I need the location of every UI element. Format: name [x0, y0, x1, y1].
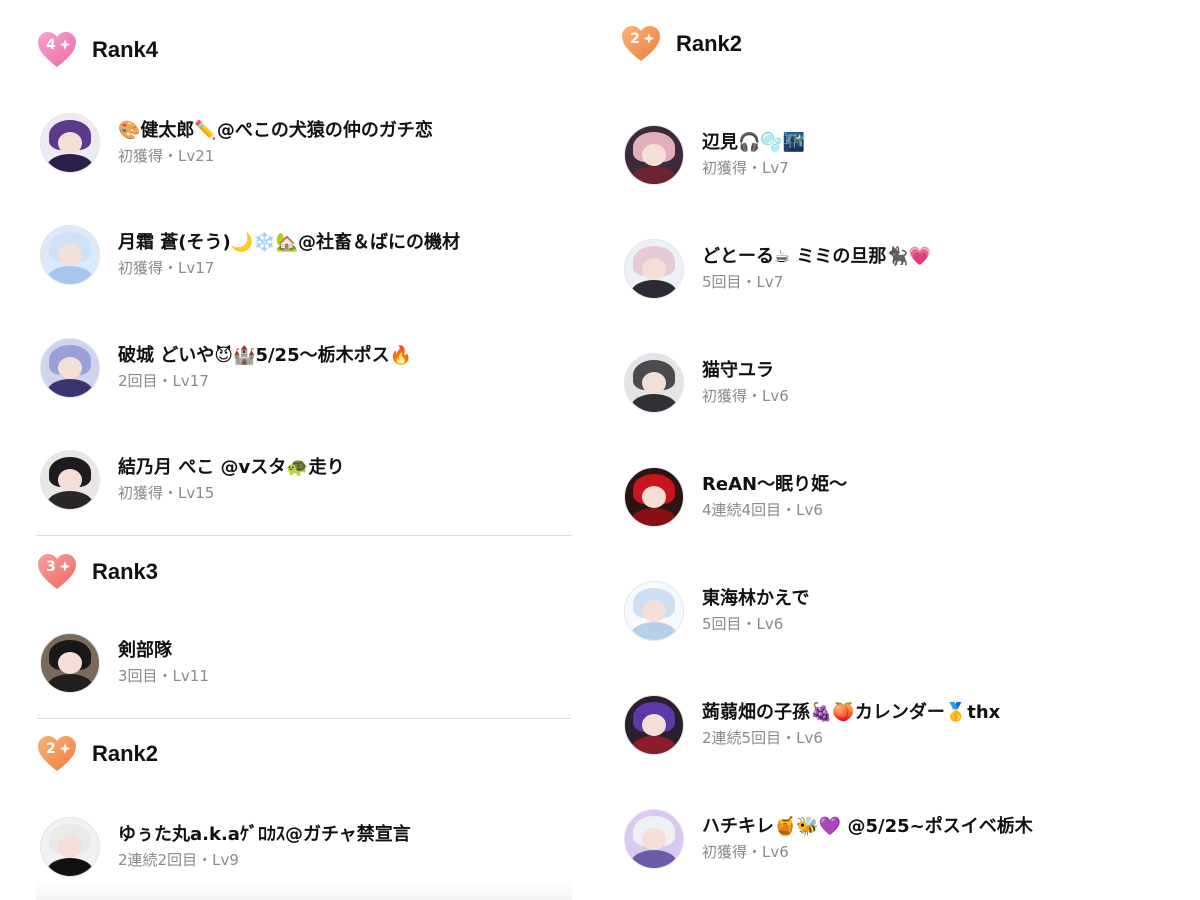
heart-badge-icon: 2: [36, 734, 78, 774]
list-item[interactable]: 剣部隊 3回目・Lv11: [40, 632, 209, 694]
user-name: 結乃月 ぺこ @vスタ🐢走り: [118, 457, 345, 478]
list-item[interactable]: ハチキレ🍯🐝💜 @5/25~ポスイベ栃木 初獲得・Lv6: [624, 808, 1033, 870]
user-name: 辺見🎧🫧🌃: [702, 132, 806, 153]
list-item[interactable]: 月霜 蒼(そう)🌙❄️🏡@社畜＆ばにの機材 初獲得・Lv17: [40, 224, 460, 286]
user-meta: 2連続5回目・Lv6: [702, 729, 823, 747]
right-column: 2 Rank2 辺見🎧🫧🌃 初獲得・Lv7 どとーる☕ ミミの旦那🐈‍⬛💗 5回…: [600, 0, 1200, 900]
left-column: 4 Rank4 🎨健太郎✏️@ぺこの犬猿の仲のガチ恋 初獲得・Lv21 月霜 蒼…: [0, 0, 600, 900]
avatar[interactable]: [624, 239, 684, 299]
rank-badge-number: 4: [46, 37, 56, 53]
rank-badge-number: 2: [46, 741, 56, 757]
user-meta: 初獲得・Lv15: [118, 484, 215, 502]
list-item[interactable]: 辺見🎧🫧🌃 初獲得・Lv7: [624, 124, 805, 186]
list-item[interactable]: 東海林かえで 5回目・Lv6: [624, 580, 809, 642]
user-meta: 5回目・Lv7: [702, 273, 784, 291]
user-meta: 初獲得・Lv17: [118, 259, 215, 277]
avatar[interactable]: [40, 113, 100, 173]
list-item[interactable]: ReAN〜眠り姫〜 4連続4回目・Lv6: [624, 466, 847, 528]
avatar[interactable]: [624, 467, 684, 527]
rank-title: Rank4: [92, 37, 159, 62]
rank4-header: 4 Rank4: [36, 30, 158, 70]
user-meta: 3回目・Lv11: [118, 667, 209, 685]
user-name: 剣部隊: [118, 640, 172, 661]
user-name: 猫守ユラ: [702, 360, 774, 381]
rank3-header: 3 Rank3: [36, 552, 158, 592]
user-meta: 初獲得・Lv6: [702, 387, 789, 405]
avatar[interactable]: [624, 809, 684, 869]
section-divider: [36, 535, 572, 536]
avatar[interactable]: [40, 633, 100, 693]
avatar[interactable]: [624, 581, 684, 641]
avatar[interactable]: [624, 353, 684, 413]
rank2-header: 2 Rank2: [36, 734, 158, 774]
avatar[interactable]: [40, 225, 100, 285]
user-name: 🎨健太郎✏️@ぺこの犬猿の仲のガチ恋: [118, 120, 433, 141]
avatar[interactable]: [624, 125, 684, 185]
rank-badge-number: 3: [46, 559, 56, 575]
list-item[interactable]: 猫守ユラ 初獲得・Lv6: [624, 352, 789, 414]
list-bottom-edge: [36, 880, 572, 900]
list-item[interactable]: 破城 どいや😈🏰5/25〜栃木ポス🔥 2回目・Lv17: [40, 337, 412, 399]
user-name: ReAN〜眠り姫〜: [702, 474, 848, 495]
avatar[interactable]: [40, 338, 100, 398]
user-meta: 初獲得・Lv21: [118, 147, 215, 165]
rank-title: Rank3: [92, 559, 159, 584]
user-meta: 初獲得・Lv6: [702, 843, 789, 861]
avatar[interactable]: [40, 450, 100, 510]
rank2-header: 2 Rank2: [620, 24, 742, 64]
rank-badge-number: 2: [630, 31, 640, 47]
heart-badge-icon: 2: [620, 24, 662, 64]
heart-badge-icon: 3: [36, 552, 78, 592]
user-name: どとーる☕ ミミの旦那🐈‍⬛💗: [702, 246, 932, 267]
user-name: 月霜 蒼(そう)🌙❄️🏡@社畜＆ばにの機材: [118, 232, 460, 253]
avatar[interactable]: [40, 817, 100, 877]
user-name: 破城 どいや😈🏰5/25〜栃木ポス🔥: [118, 345, 413, 366]
section-divider: [36, 718, 572, 719]
list-item[interactable]: ゆぅた丸a.k.aｹﾞﾛｶｽ@ガチャ禁宣言 2連続2回目・Lv9: [40, 816, 411, 878]
list-item[interactable]: 蒟蒻畑の子孫🍇🍑カレンダー🥇thx 2連続5回目・Lv6: [624, 694, 1000, 756]
user-meta: 4連続4回目・Lv6: [702, 501, 823, 519]
user-name: 東海林かえで: [702, 588, 810, 609]
user-meta: 初獲得・Lv7: [702, 159, 789, 177]
user-name: ハチキレ🍯🐝💜 @5/25~ポスイベ栃木: [702, 816, 1033, 837]
list-item[interactable]: 🎨健太郎✏️@ぺこの犬猿の仲のガチ恋 初獲得・Lv21: [40, 112, 433, 174]
avatar[interactable]: [624, 695, 684, 755]
rank-title: Rank2: [676, 31, 743, 56]
list-item[interactable]: どとーる☕ ミミの旦那🐈‍⬛💗 5回目・Lv7: [624, 238, 931, 300]
rank-title: Rank2: [92, 741, 159, 766]
list-item[interactable]: 結乃月 ぺこ @vスタ🐢走り 初獲得・Lv15: [40, 449, 345, 511]
user-name: ゆぅた丸a.k.aｹﾞﾛｶｽ@ガチャ禁宣言: [118, 824, 411, 845]
heart-badge-icon: 4: [36, 30, 78, 70]
user-meta: 5回目・Lv6: [702, 615, 784, 633]
user-meta: 2回目・Lv17: [118, 372, 209, 390]
user-name: 蒟蒻畑の子孫🍇🍑カレンダー🥇thx: [702, 702, 1001, 723]
user-meta: 2連続2回目・Lv9: [118, 851, 239, 869]
